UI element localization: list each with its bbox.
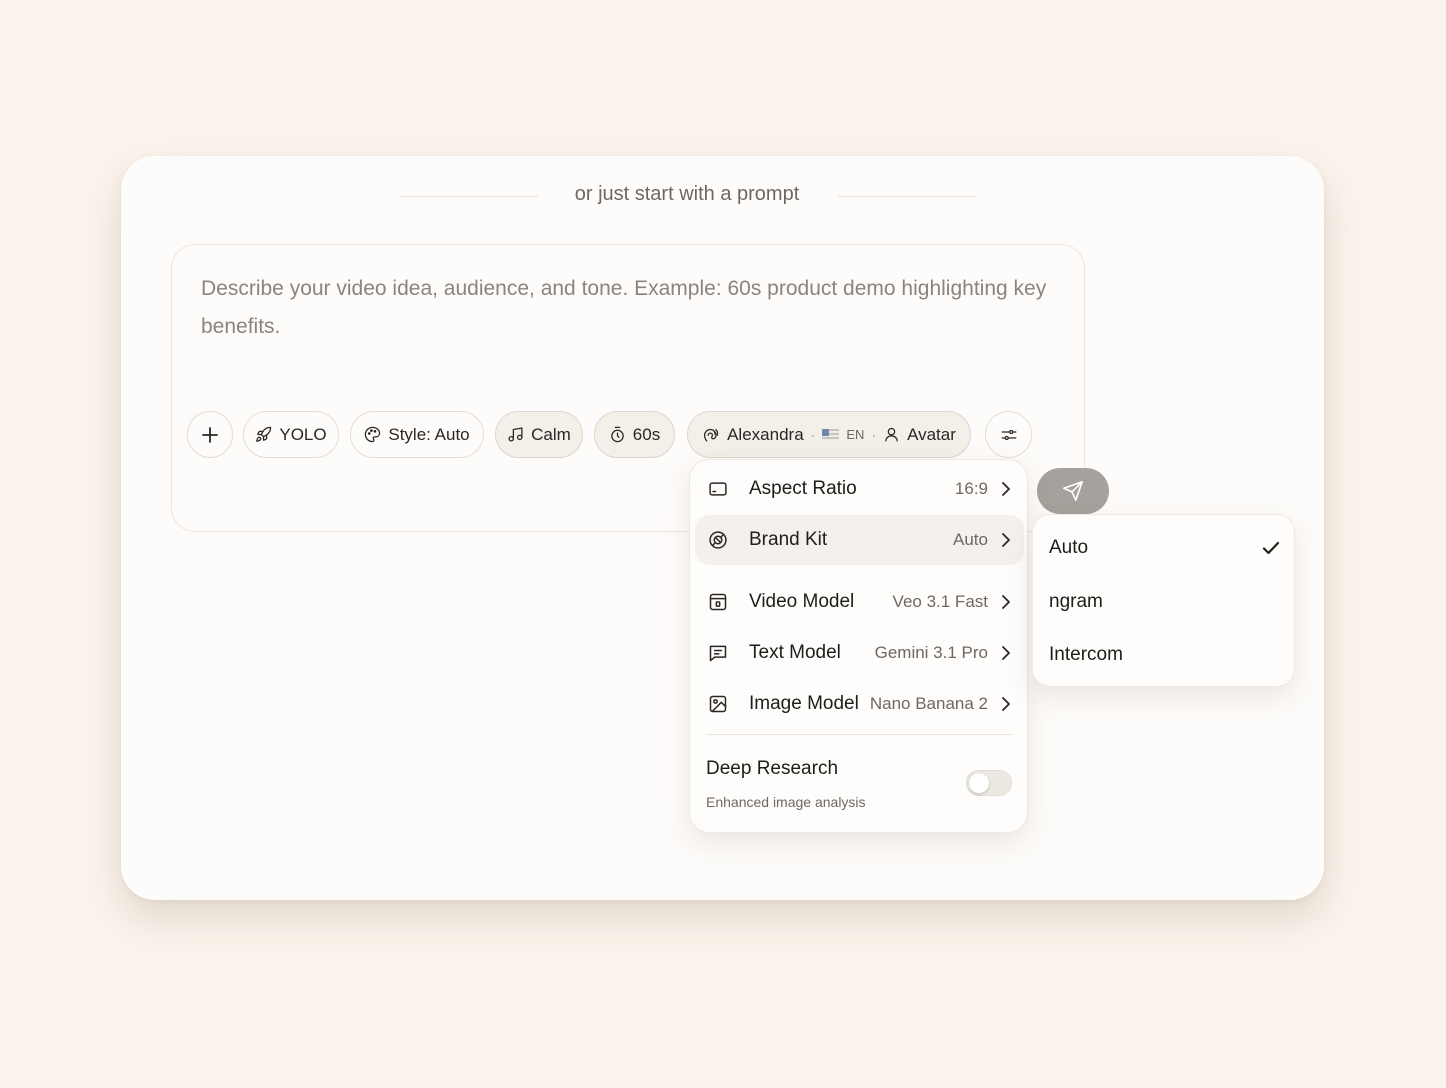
rocket-icon xyxy=(256,426,272,442)
chevron-right-icon xyxy=(1002,697,1010,711)
voice-separator-1: · xyxy=(810,426,816,443)
chevron-right-icon xyxy=(1002,595,1010,609)
brand-kit-icon xyxy=(707,529,729,551)
palette-icon xyxy=(365,426,381,443)
menu-item-image-model[interactable]: Image Model Nano Banana 2 xyxy=(695,679,1024,729)
sliders-icon xyxy=(1001,429,1016,440)
menu-item-label: Image Model xyxy=(749,693,859,714)
voice-avatar-button[interactable]: Alexandra · EN · Avatar xyxy=(687,411,971,458)
style-label: Style: Auto xyxy=(388,424,470,444)
menu-item-video-model[interactable]: Video Model Veo 3.1 Fast xyxy=(695,577,1024,627)
divider-label: or just start with a prompt xyxy=(574,183,800,205)
send-button[interactable] xyxy=(1037,468,1109,514)
menu-item-value: Veo 3.1 Fast xyxy=(892,592,988,611)
music-button[interactable]: Calm xyxy=(495,411,583,458)
menu-item-label: Brand Kit xyxy=(749,529,828,550)
deep-research-title: Deep Research xyxy=(706,758,839,779)
music-note-icon xyxy=(508,427,523,442)
menu-item-value: 16:9 xyxy=(954,479,988,498)
brand-option-label: Auto xyxy=(1049,537,1089,558)
menu-item-label: Video Model xyxy=(749,591,855,612)
duration-label: 60s xyxy=(632,424,661,444)
image-model-icon xyxy=(707,693,729,715)
voice-name: Alexandra xyxy=(727,424,804,444)
aspect-ratio-icon xyxy=(707,478,729,500)
duration-button[interactable]: 60s xyxy=(594,411,675,458)
checkmark-icon xyxy=(1262,541,1280,555)
user-icon xyxy=(885,427,898,442)
deep-research-toggle[interactable] xyxy=(966,770,1012,796)
menu-item-value: Auto xyxy=(953,530,988,549)
chevron-right-icon xyxy=(1002,533,1010,547)
style-button[interactable]: Style: Auto xyxy=(350,411,484,458)
deep-research-subtitle: Enhanced image analysis xyxy=(706,794,866,810)
menu-item-label: Aspect Ratio xyxy=(749,478,857,499)
voice-separator-2: · xyxy=(871,426,877,443)
brand-option-label: Intercom xyxy=(1049,644,1123,665)
add-button[interactable] xyxy=(187,411,233,458)
chevron-right-icon xyxy=(1002,646,1010,660)
divider-line-left xyxy=(400,196,538,197)
brand-option-auto[interactable]: Auto xyxy=(1049,528,1281,568)
yolo-label: YOLO xyxy=(279,424,327,444)
voice-icon xyxy=(704,428,719,442)
brand-kit-submenu: Auto ngram Intercom xyxy=(1032,514,1295,687)
chevron-right-icon xyxy=(1002,482,1010,496)
brand-option-ngram[interactable]: ngram xyxy=(1049,582,1281,622)
send-icon xyxy=(1063,481,1083,501)
text-model-icon xyxy=(707,642,729,664)
video-model-icon xyxy=(707,591,729,613)
menu-item-value: Gemini 3.1 Pro xyxy=(874,643,988,662)
toggle-knob xyxy=(969,773,989,793)
timer-icon xyxy=(610,426,624,443)
settings-menu: Aspect Ratio 16:9 Brand Kit Auto Video M… xyxy=(689,459,1028,833)
yolo-button[interactable]: YOLO xyxy=(243,411,339,458)
menu-item-label: Text Model xyxy=(749,642,841,663)
avatar-label: Avatar xyxy=(907,424,956,444)
menu-divider xyxy=(706,734,1013,735)
menu-item-aspect-ratio[interactable]: Aspect Ratio 16:9 xyxy=(695,464,1024,514)
music-label: Calm xyxy=(531,424,571,444)
divider-line-right xyxy=(838,196,976,197)
plus-icon xyxy=(202,426,218,443)
us-flag-icon xyxy=(822,428,840,441)
settings-button[interactable] xyxy=(985,411,1032,458)
menu-item-value: Nano Banana 2 xyxy=(869,694,988,713)
brand-option-label: ngram xyxy=(1049,591,1103,612)
prompt-placeholder[interactable]: Describe your video idea, audience, and … xyxy=(201,270,1061,346)
menu-item-text-model[interactable]: Text Model Gemini 3.1 Pro xyxy=(695,628,1024,678)
brand-option-intercom[interactable]: Intercom xyxy=(1049,635,1281,675)
menu-item-brand-kit[interactable]: Brand Kit Auto xyxy=(695,515,1024,565)
voice-language: EN xyxy=(846,427,865,442)
